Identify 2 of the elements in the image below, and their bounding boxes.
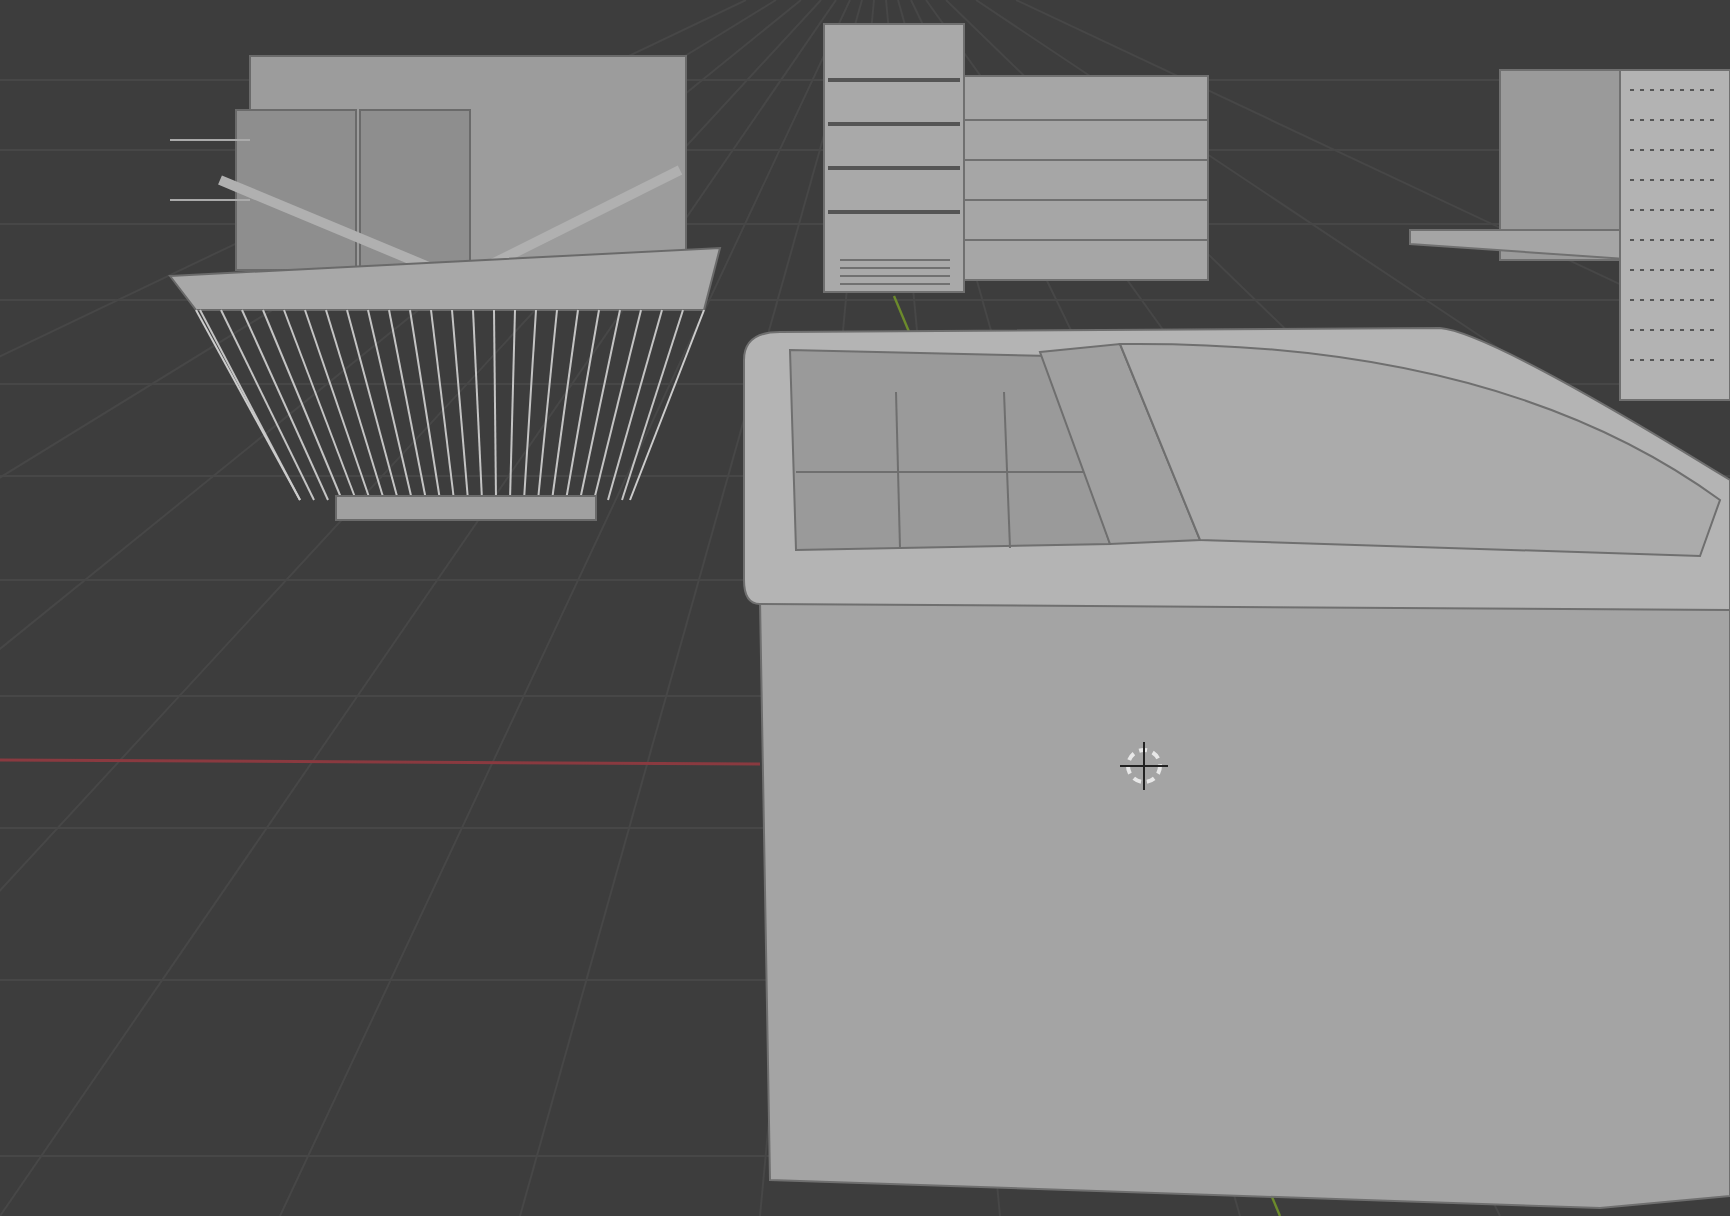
3d-cursor-icon[interactable] [1119,741,1169,791]
3d-viewport[interactable] [0,0,1730,1216]
